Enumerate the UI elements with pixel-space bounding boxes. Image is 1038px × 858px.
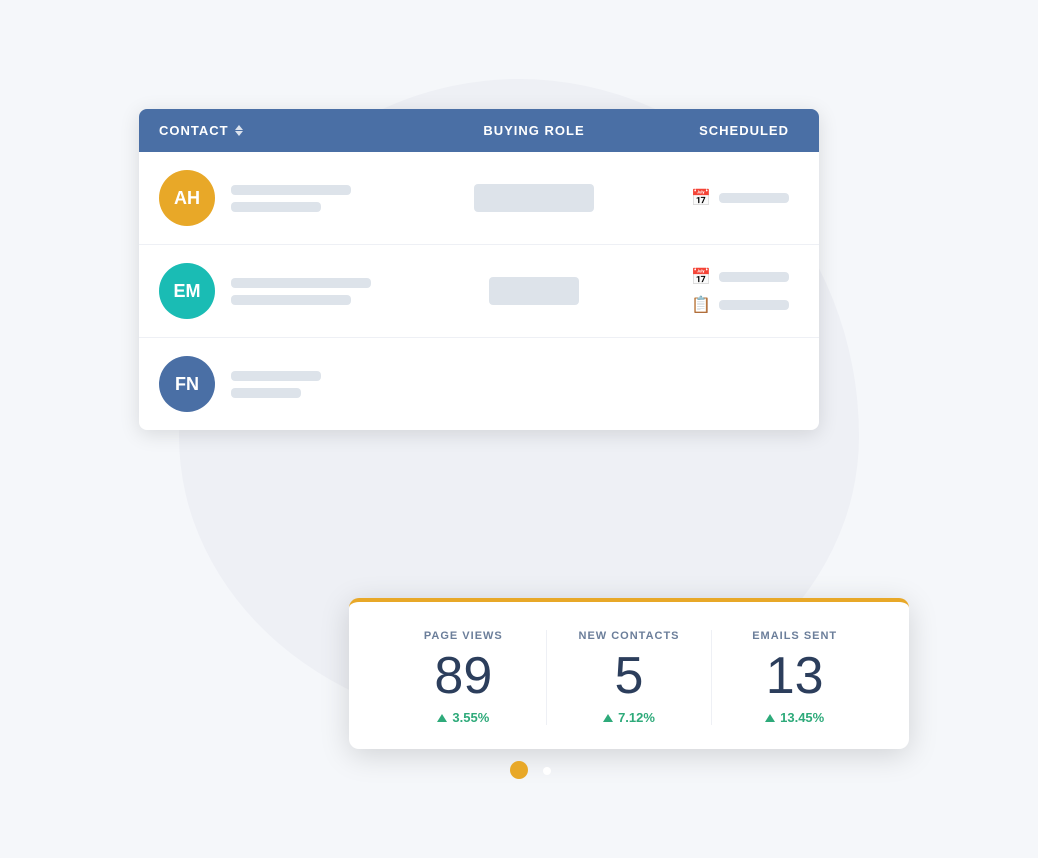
cell-buying-role-em	[439, 277, 629, 305]
cell-buying-role-ah	[439, 184, 629, 212]
avatar-fn: FN	[159, 356, 215, 412]
cell-scheduled-ah: 📅	[629, 188, 799, 208]
avatar-ah: AH	[159, 170, 215, 226]
dot-white	[543, 767, 551, 775]
sort-arrows-icon[interactable]	[235, 125, 243, 136]
skeleton-date	[719, 272, 789, 282]
scheduled-item-2: 📋	[691, 295, 789, 315]
stat-value-new-contacts: 5	[615, 650, 644, 702]
cell-contact-em: EM	[159, 263, 439, 319]
task-icon: 📋	[691, 295, 711, 315]
trend-up-icon	[765, 714, 775, 722]
contact-info-em	[231, 278, 371, 305]
cell-contact-fn: FN	[159, 356, 439, 412]
stat-label-new-contacts: NEW CONTACTS	[579, 630, 680, 642]
stat-value-page-views: 89	[434, 650, 492, 702]
stat-page-views: PAGE VIEWS 89 3.55%	[381, 630, 547, 725]
trend-up-icon	[603, 714, 613, 722]
col-header-scheduled: SCHEDULED	[629, 123, 799, 138]
stat-emails-sent: EMAILS SENT 13 13.45%	[712, 630, 877, 725]
skeleton-task	[719, 300, 789, 310]
skeleton-detail	[231, 202, 321, 212]
table-header: CONTACT BUYING ROLE SCHEDULED	[139, 109, 819, 152]
skeleton-detail	[231, 295, 351, 305]
stat-change-emails-sent: 13.45%	[765, 710, 824, 725]
stat-value-emails-sent: 13	[766, 650, 824, 702]
stat-change-page-views: 3.55%	[437, 710, 489, 725]
cell-scheduled-em: 📅 📋	[629, 267, 799, 315]
table-row[interactable]: FN	[139, 338, 819, 430]
contact-info-ah	[231, 185, 351, 212]
stat-new-contacts: NEW CONTACTS 5 7.12%	[547, 630, 713, 725]
dot-amber	[510, 761, 528, 779]
stat-change-new-contacts: 7.12%	[603, 710, 655, 725]
contact-info-fn	[231, 371, 321, 398]
sort-desc-icon	[235, 131, 243, 136]
scene: CONTACT BUYING ROLE SCHEDULED AH	[109, 49, 929, 809]
table-row[interactable]: AH 📅	[139, 152, 819, 245]
stats-card: PAGE VIEWS 89 3.55% NEW CONTACTS 5 7.12%…	[349, 598, 909, 749]
stat-label-page-views: PAGE VIEWS	[424, 630, 503, 642]
skeleton-name	[231, 185, 351, 195]
sort-asc-icon	[235, 125, 243, 130]
table-row[interactable]: EM 📅 📋	[139, 245, 819, 338]
calendar-icon: 📅	[691, 188, 711, 208]
skeleton-badge	[489, 277, 579, 305]
calendar-icon: 📅	[691, 267, 711, 287]
scheduled-item-1: 📅	[691, 267, 789, 287]
col-header-buying-role: BUYING ROLE	[439, 123, 629, 138]
trend-up-icon	[437, 714, 447, 722]
skeleton-date	[719, 193, 789, 203]
col-header-contact[interactable]: CONTACT	[159, 123, 439, 138]
skeleton-detail	[231, 388, 301, 398]
scheduled-item: 📅	[691, 188, 789, 208]
skeleton-name	[231, 278, 371, 288]
cell-contact-ah: AH	[159, 170, 439, 226]
skeleton-name	[231, 371, 321, 381]
avatar-em: EM	[159, 263, 215, 319]
stat-label-emails-sent: EMAILS SENT	[752, 630, 837, 642]
table-card: CONTACT BUYING ROLE SCHEDULED AH	[139, 109, 819, 430]
skeleton-badge	[474, 184, 594, 212]
